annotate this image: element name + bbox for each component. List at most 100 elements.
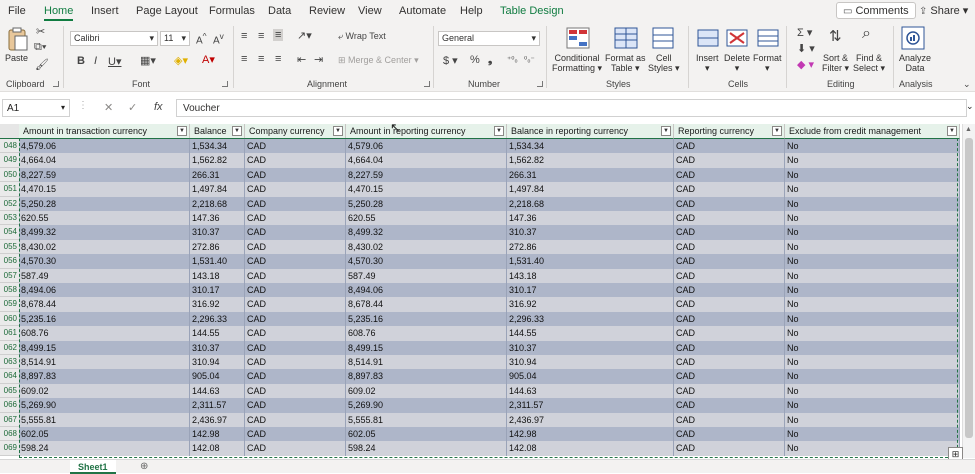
table-cell[interactable]: 4,570.30 [19, 254, 190, 269]
decrease-font-icon[interactable]: Av [213, 31, 224, 46]
font-launcher-icon[interactable] [222, 81, 228, 87]
row-number[interactable]: 061 [0, 326, 19, 341]
add-sheet-icon[interactable]: ⊕ [140, 461, 148, 472]
table-cell[interactable]: 310.17 [190, 283, 245, 298]
table-cell[interactable]: 1,534.34 [190, 139, 245, 154]
menu-page-layout[interactable]: Page Layout [136, 5, 198, 17]
table-cell[interactable]: CAD [245, 355, 346, 370]
table-cell[interactable]: 310.17 [507, 283, 674, 298]
row-number[interactable]: 050 [0, 167, 19, 183]
table-cell[interactable]: No [785, 297, 960, 312]
scroll-up-icon[interactable]: ▲ [965, 126, 972, 133]
cancel-icon[interactable]: ✕ [104, 101, 113, 114]
table-cell[interactable]: No [785, 254, 960, 269]
analyze-data-button[interactable]: Analyze Data [899, 53, 931, 73]
table-cell[interactable]: 609.02 [346, 383, 507, 399]
enter-icon[interactable]: ✓ [128, 101, 137, 114]
table-cell[interactable]: 147.36 [507, 211, 674, 226]
table-cell[interactable]: 608.76 [346, 326, 507, 341]
row-number[interactable]: 057 [0, 268, 19, 283]
table-cell[interactable]: 609.02 [19, 383, 190, 399]
table-row[interactable]: 052 5,250.28 2,218.68 CAD 5,250.28 2,218.68 CA… [0, 196, 960, 211]
table-row[interactable]: 064 8,897.83 905.04 CAD 8,897.83 905.04 CAD No [0, 369, 960, 384]
table-cell[interactable]: 905.04 [507, 369, 674, 384]
table-cell[interactable]: CAD [245, 167, 346, 183]
wrap-text-button[interactable]: ⤶ Wrap Text [338, 31, 386, 42]
table-row[interactable]: 059 8,678.44 316.92 CAD 8,678.44 316.92 CAD No [0, 297, 960, 312]
table-cell[interactable]: 602.05 [19, 427, 190, 442]
table-cell[interactable]: 8,897.83 [19, 369, 190, 384]
column-header-exclude-credit[interactable]: Exclude from credit management ▼ [785, 124, 960, 139]
table-cell[interactable]: 2,311.57 [190, 398, 245, 413]
table-cell[interactable]: 8,227.59 [19, 167, 190, 183]
table-cell[interactable]: 8,499.32 [346, 225, 507, 240]
number-format-dropdown[interactable]: General ▾ [438, 31, 540, 46]
table-cell[interactable]: CAD [245, 182, 346, 197]
table-cell[interactable]: 144.63 [507, 383, 674, 399]
table-row[interactable]: 056 4,570.30 1,531.40 CAD 4,570.30 1,531.40 CA… [0, 254, 960, 269]
menu-formulas[interactable]: Formulas [209, 5, 255, 17]
table-cell[interactable]: CAD [245, 412, 346, 427]
column-header-company-currency[interactable]: Company currency ▼ [245, 124, 346, 139]
table-cell[interactable]: 5,269.90 [19, 398, 190, 413]
table-row[interactable]: 067 5,555.81 2,436.97 CAD 5,555.81 2,436.97 CA… [0, 412, 960, 427]
expand-formula-icon[interactable]: ⌄ [966, 101, 974, 112]
clipboard-launcher-icon[interactable] [53, 81, 59, 87]
table-cell[interactable]: 4,470.15 [346, 182, 507, 197]
table-cell[interactable]: CAD [245, 283, 346, 298]
table-cell[interactable]: 1,531.40 [507, 254, 674, 269]
table-cell[interactable]: 316.92 [507, 297, 674, 312]
table-cell[interactable]: 310.94 [507, 355, 674, 370]
table-cell[interactable]: CAD [245, 225, 346, 240]
row-number[interactable]: 054 [0, 225, 19, 240]
table-cell[interactable]: CAD [674, 412, 785, 427]
row-number[interactable]: 048 [0, 139, 19, 154]
menu-home[interactable]: Home [44, 5, 74, 21]
filter-dropdown-icon[interactable]: ▼ [661, 126, 671, 136]
table-cell[interactable]: CAD [674, 139, 785, 154]
table-cell[interactable]: 4,570.30 [346, 254, 507, 269]
table-cell[interactable]: CAD [245, 297, 346, 312]
fill-icon[interactable]: ⬇ ▾ [797, 42, 815, 55]
font-color-icon[interactable]: A▾ [202, 53, 215, 66]
table-cell[interactable]: No [785, 139, 960, 154]
delete-button[interactable]: Delete ▾ [724, 53, 750, 73]
table-cell[interactable]: 8,678.44 [19, 297, 190, 312]
table-cell[interactable]: No [785, 211, 960, 226]
table-cell[interactable]: No [785, 153, 960, 168]
increase-decimal-icon[interactable]: ⁺⁰₀ [507, 55, 518, 64]
menu-data[interactable]: Data [268, 5, 291, 17]
format-as-table-button[interactable]: Format as Table ▾ [605, 53, 646, 73]
table-cell[interactable]: 8,494.06 [346, 283, 507, 298]
orientation-icon[interactable]: ↗▾ [297, 29, 312, 42]
table-cell[interactable]: 608.76 [19, 326, 190, 341]
table-cell[interactable]: 587.49 [346, 268, 507, 283]
table-cell[interactable]: CAD [674, 369, 785, 384]
table-cell[interactable]: 598.24 [346, 441, 507, 456]
filter-dropdown-icon[interactable]: ▼ [947, 126, 957, 136]
table-cell[interactable]: CAD [245, 239, 346, 255]
table-row[interactable]: 048 4,579.06 1,534.34 CAD 4,579.06 1,534.34 CA… [0, 139, 960, 154]
table-cell[interactable]: 4,579.06 [346, 139, 507, 154]
table-cell[interactable]: 147.36 [190, 211, 245, 226]
table-cell[interactable]: No [785, 326, 960, 341]
table-cell[interactable]: 142.08 [190, 441, 245, 456]
row-number[interactable]: 051 [0, 182, 19, 197]
table-cell[interactable]: CAD [245, 196, 346, 211]
menu-review[interactable]: Review [309, 5, 345, 17]
table-cell[interactable]: 8,430.02 [346, 239, 507, 255]
table-cell[interactable]: 620.55 [346, 211, 507, 226]
increase-indent-icon[interactable]: ⇥ [314, 53, 323, 66]
autosum-icon[interactable]: Σ ▾ [797, 26, 812, 39]
scrollbar-thumb[interactable] [965, 138, 973, 438]
increase-font-icon[interactable]: A^ [196, 31, 207, 46]
table-cell[interactable]: 142.98 [190, 427, 245, 442]
table-cell[interactable]: No [785, 427, 960, 442]
table-cell[interactable]: CAD [674, 326, 785, 341]
table-cell[interactable]: CAD [674, 153, 785, 168]
menu-help[interactable]: Help [460, 5, 483, 17]
share-button[interactable]: ⇪ Share ▾ [913, 2, 974, 19]
table-cell[interactable]: No [785, 311, 960, 327]
collapse-ribbon-icon[interactable]: ⌄ [963, 79, 971, 90]
column-header-balance[interactable]: Balance ▼ [190, 124, 245, 139]
